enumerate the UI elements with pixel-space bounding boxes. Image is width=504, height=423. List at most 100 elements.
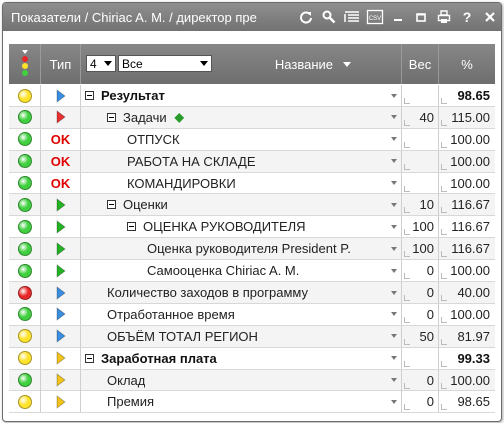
help-icon[interactable]: ? (455, 6, 478, 28)
refresh-icon[interactable] (294, 6, 317, 28)
row-chevron-down-icon[interactable] (391, 202, 397, 207)
type-cell: OK (41, 172, 81, 194)
status-cell (9, 106, 41, 128)
row-chevron-down-icon[interactable] (391, 312, 397, 317)
percent-cell: 100.00 (439, 370, 495, 391)
name-cell[interactable]: Премия (81, 391, 402, 413)
table-row[interactable]: Заработная плата 99.33 (9, 347, 495, 370)
name-cell[interactable]: Задачи ◆ (81, 106, 402, 128)
weight-cell: 40 (402, 106, 439, 128)
name-cell[interactable]: ОТПУСК (81, 128, 402, 150)
search-icon[interactable] (317, 6, 340, 28)
close-icon[interactable] (478, 6, 501, 28)
status-yellow-dot-icon (17, 88, 32, 103)
row-chevron-down-icon[interactable] (391, 268, 397, 273)
row-chevron-down-icon[interactable] (391, 224, 397, 229)
level-select[interactable]: 4 (86, 55, 116, 72)
row-chevron-down-icon[interactable] (391, 181, 397, 186)
cell-corner-icon (404, 119, 410, 126)
indicator-name: Премия (107, 394, 155, 410)
name-cell[interactable]: Оклад (81, 369, 402, 391)
cell-corner-icon (404, 404, 410, 411)
name-cell[interactable]: Результат (81, 85, 402, 106)
add-diamond-icon[interactable]: ◆ (175, 110, 184, 124)
table-row[interactable]: Задачи ◆ 40 115.00 (9, 106, 495, 129)
percent-value: 100.00 (450, 372, 490, 388)
collapse-icon[interactable] (127, 222, 136, 232)
table-row[interactable]: Оклад 0 100.00 (9, 369, 495, 392)
cell-corner-icon (441, 229, 447, 236)
filter-select[interactable]: Все (118, 55, 212, 72)
table-row[interactable]: Результат 98.65 (9, 85, 495, 107)
collapse-icon[interactable] (107, 200, 116, 210)
cell-corner-icon (441, 185, 447, 192)
row-chevron-down-icon[interactable] (391, 334, 397, 339)
row-chevron-down-icon[interactable] (391, 290, 397, 295)
percent-value: 40.00 (457, 285, 490, 301)
table-row[interactable]: ОБЪЁМ ТОТАЛ РЕГИОН 50 81.97 (9, 325, 495, 348)
status-column-header[interactable] (9, 44, 41, 84)
row-chevron-down-icon[interactable] (391, 159, 397, 164)
row-chevron-down-icon[interactable] (391, 356, 397, 361)
name-cell[interactable]: Заработная плата (81, 347, 402, 369)
row-chevron-down-icon[interactable] (391, 115, 397, 120)
table-row[interactable]: OK РАБОТА НА СКЛАДЕ 100.00 (9, 150, 495, 173)
type-column-header[interactable]: Тип (41, 44, 81, 84)
weight-cell (402, 128, 439, 150)
minimize-icon[interactable] (386, 6, 409, 28)
table-row[interactable]: Количество заходов в программу 0 40.00 (9, 282, 495, 304)
restore-icon[interactable] (409, 6, 432, 28)
name-cell[interactable]: ОБЪЁМ ТОТАЛ РЕГИОН (81, 325, 402, 347)
export-csv-icon[interactable]: CSV (363, 6, 386, 28)
row-chevron-down-icon[interactable] (391, 399, 397, 404)
row-chevron-down-icon[interactable] (391, 93, 397, 98)
weight-value: 100 (412, 219, 434, 235)
row-chevron-down-icon[interactable] (391, 378, 397, 383)
table-row[interactable]: Оценки 10 116.67 (9, 194, 495, 217)
percent-cell: 98.65 (439, 391, 495, 412)
table-row[interactable]: OK ОТПУСК 100.00 (9, 128, 495, 151)
table-row[interactable]: ОЦЕНКА РУКОВОДИТЕЛЯ 100 116.67 (9, 216, 495, 239)
type-cell (41, 85, 81, 106)
weight-cell: 10 (402, 194, 439, 216)
status-cell (9, 172, 41, 194)
table-row[interactable]: Отработанное время 0 100.00 (9, 303, 495, 326)
name-cell[interactable]: Количество заходов в программу (81, 282, 402, 304)
collapse-icon[interactable] (85, 91, 94, 100)
table-row[interactable]: OK КОМАНДИРОВКИ 100.00 (9, 172, 495, 195)
collapse-icon[interactable] (107, 112, 116, 122)
weight-cell: 0 (402, 260, 439, 282)
print-icon[interactable] (432, 6, 455, 28)
type-cell (41, 238, 81, 260)
name-cell[interactable]: Оценки (81, 194, 402, 216)
indicator-name: Отработанное время (107, 306, 235, 322)
name-cell[interactable]: РАБОТА НА СКЛАДЕ (81, 150, 402, 172)
table-row[interactable]: Премия 0 98.65 (9, 391, 495, 414)
table-row[interactable]: Самооценка Chiriac A. M. 0 100.00 (9, 260, 495, 283)
percent-value: 116.67 (451, 197, 490, 213)
name-cell[interactable]: КОМАНДИРОВКИ (81, 172, 402, 194)
type-cell (41, 347, 81, 369)
row-chevron-down-icon[interactable] (391, 246, 397, 251)
percent-value: 100.00 (450, 131, 490, 147)
status-cell (9, 238, 41, 260)
percent-column-header[interactable]: % (439, 44, 495, 84)
indicator-name: Количество заходов в программу (107, 285, 308, 301)
row-chevron-down-icon[interactable] (391, 137, 397, 142)
percent-cell: 40.00 (439, 282, 495, 303)
weight-column-header[interactable]: Вес (402, 44, 439, 84)
status-cell (9, 303, 41, 325)
filter-select-value: Все (122, 56, 143, 71)
name-cell[interactable]: Самооценка Chiriac A. M. (81, 260, 402, 282)
collapse-icon[interactable] (85, 353, 94, 363)
name-cell[interactable]: Оценка руководителя President P. (81, 238, 402, 260)
green-play-arrow-icon (56, 198, 66, 212)
window-title: Показатели / Chiriac A. M. / директор пр… (11, 9, 257, 25)
list-icon[interactable] (340, 6, 363, 28)
yellow-play-arrow-icon (56, 351, 66, 365)
table-row[interactable]: Оценка руководителя President P. 100 116.6… (9, 238, 495, 261)
sort-chevron-down-icon[interactable] (343, 61, 351, 67)
name-cell[interactable]: Отработанное время (81, 303, 402, 325)
green-play-arrow-icon (56, 241, 66, 256)
name-cell[interactable]: ОЦЕНКА РУКОВОДИТЕЛЯ (81, 216, 402, 238)
